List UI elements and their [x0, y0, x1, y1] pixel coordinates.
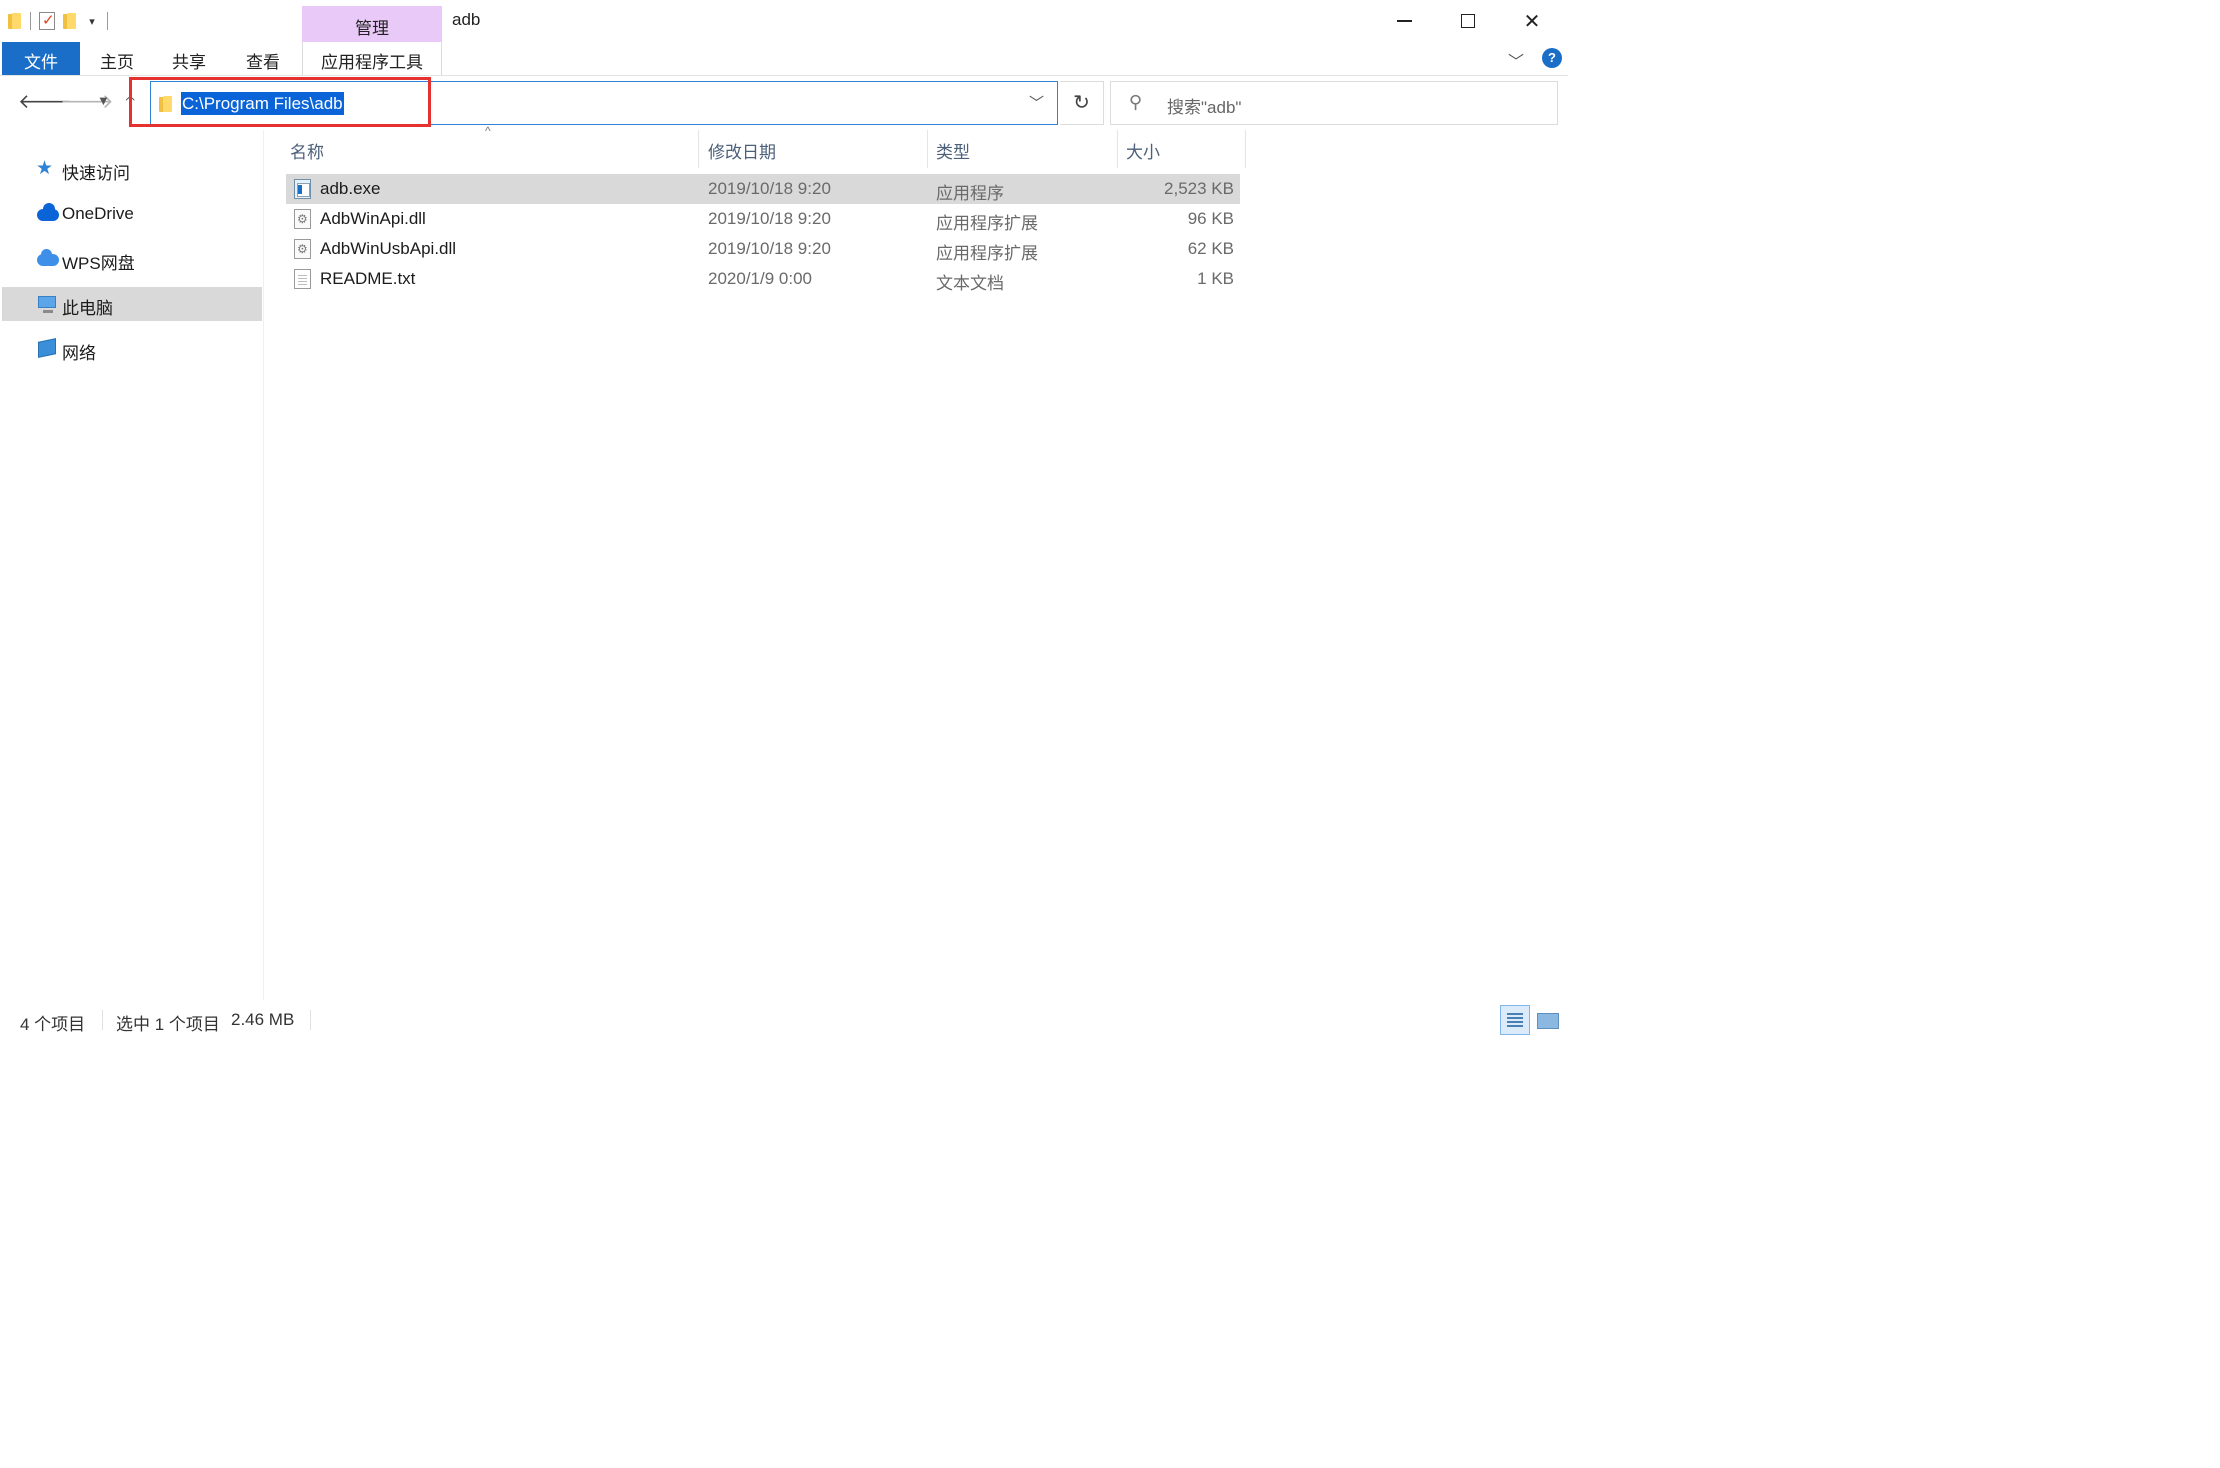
refresh-icon: ↻ — [1073, 92, 1090, 114]
column-divider[interactable] — [1245, 130, 1246, 168]
context-tab-manage[interactable]: 管理 — [302, 6, 442, 42]
file-date: 2019/10/18 9:20 — [708, 209, 831, 228]
help-icon[interactable]: ? — [1542, 48, 1562, 68]
file-row-readme-txt[interactable]: README.txt 2020/1/9 0:00 文本文档 1 KB — [286, 264, 1240, 294]
tab-application-tools[interactable]: 应用程序工具 — [302, 42, 442, 75]
properties-icon[interactable] — [39, 11, 55, 30]
address-bar[interactable]: C:\Program Files\adb ﹀ — [150, 81, 1058, 125]
address-history-chevron-down-icon[interactable]: ﹀ — [1029, 92, 1044, 113]
star-icon: ★ — [36, 158, 54, 179]
navigation-pane: ★ 快速访问 OneDrive WPS网盘 此电脑 网络 — [0, 130, 264, 1000]
sidebar-item-quick-access[interactable]: ★ 快速访问 — [2, 152, 262, 186]
folder-icon — [159, 96, 173, 112]
window-title: adb — [452, 10, 481, 29]
close-icon: ✕ — [1523, 10, 1541, 33]
sidebar-item-label: 此电脑 — [62, 299, 113, 318]
file-row-adb-exe[interactable]: adb.exe 2019/10/18 9:20 应用程序 2,523 KB — [286, 174, 1240, 204]
column-divider[interactable] — [698, 130, 699, 168]
selection-size: 2.46 MB — [231, 1010, 295, 1029]
dll-icon — [294, 239, 311, 259]
large-icons-view-button[interactable] — [1534, 1005, 1564, 1035]
minimize-icon — [1396, 20, 1412, 22]
computer-icon — [36, 294, 58, 314]
file-type: 文本文档 — [936, 274, 1004, 293]
file-name: AdbWinApi.dll — [320, 209, 426, 228]
expand-ribbon-chevron-down-icon[interactable]: ﹀ — [1508, 48, 1524, 72]
customize-toolbar-dropdown-icon[interactable]: ▾ — [85, 15, 99, 28]
column-header-type[interactable]: 类型 — [936, 130, 1116, 168]
file-size: 1 KB — [1197, 269, 1234, 288]
close-button[interactable]: ✕ — [1500, 0, 1564, 42]
tab-file[interactable]: 文件 — [2, 42, 80, 75]
folder-icon — [8, 13, 22, 29]
file-name: adb.exe — [320, 179, 381, 198]
toolbar-divider — [30, 12, 31, 30]
maximize-icon — [1461, 14, 1475, 28]
sidebar-item-this-pc[interactable]: 此电脑 — [2, 287, 262, 321]
column-divider[interactable] — [927, 130, 928, 168]
tab-share[interactable]: 共享 — [168, 42, 210, 75]
new-folder-icon[interactable] — [63, 13, 77, 29]
search-input[interactable]: 搜索"adb" — [1167, 93, 1241, 118]
column-divider[interactable] — [1117, 130, 1118, 168]
sidebar-item-label: WPS网盘 — [62, 254, 135, 273]
exe-icon — [294, 179, 311, 199]
file-name: AdbWinUsbApi.dll — [320, 239, 457, 258]
ribbon-tabs: 文件 主页 共享 查看 应用程序工具 ﹀ ? — [0, 42, 1568, 76]
file-date: 2019/10/18 9:20 — [708, 239, 831, 258]
sidebar-item-label: 网络 — [62, 344, 96, 363]
search-box[interactable]: ⚲ 搜索"adb" — [1110, 81, 1558, 125]
txt-icon — [294, 269, 311, 289]
file-type: 应用程序扩展 — [936, 214, 1038, 233]
file-row-adbwinapi-dll[interactable]: AdbWinApi.dll 2019/10/18 9:20 应用程序扩展 96 … — [286, 204, 1240, 234]
maximize-button[interactable] — [1436, 0, 1500, 42]
column-header-name[interactable]: 名称 — [290, 130, 700, 168]
details-view-button[interactable] — [1500, 1005, 1530, 1035]
title-bar: ▾ 管理 adb ✕ — [0, 0, 1568, 42]
search-icon: ⚲ — [1129, 92, 1143, 112]
wps-cloud-icon — [36, 249, 59, 269]
recent-locations-chevron-down-icon[interactable]: ▼ — [97, 93, 110, 108]
file-size: 96 KB — [1187, 209, 1234, 228]
sidebar-item-label: OneDrive — [62, 204, 134, 223]
up-arrow-icon[interactable]: 🡑 — [125, 89, 135, 123]
onedrive-cloud-icon — [36, 203, 59, 224]
file-date: 2020/1/9 0:00 — [708, 269, 812, 288]
navigation-bar: 🡐 🡒 ▼ 🡑 C:\Program Files\adb ﹀ ↻ ⚲ 搜索"ad… — [0, 77, 1568, 129]
tab-home[interactable]: 主页 — [96, 42, 138, 75]
sidebar-item-onedrive[interactable]: OneDrive — [2, 197, 262, 231]
column-header-date[interactable]: 修改日期 — [708, 130, 926, 168]
column-header-size[interactable]: 大小 — [1126, 130, 1244, 168]
file-size: 62 KB — [1187, 239, 1234, 258]
status-divider — [102, 1010, 103, 1030]
status-divider — [310, 1010, 311, 1030]
sidebar-item-wps[interactable]: WPS网盘 — [2, 242, 262, 276]
refresh-button[interactable]: ↻ — [1060, 81, 1104, 125]
file-name: README.txt — [320, 269, 416, 288]
file-size: 2,523 KB — [1164, 179, 1234, 198]
sidebar-item-network[interactable]: 网络 — [2, 332, 262, 366]
file-type: 应用程序扩展 — [936, 244, 1038, 263]
item-count: 4 个项目 — [20, 1015, 86, 1034]
file-date: 2019/10/18 9:20 — [708, 179, 831, 198]
quick-access-toolbar: ▾ — [8, 8, 108, 34]
file-row-adbwinusbapi-dll[interactable]: AdbWinUsbApi.dll 2019/10/18 9:20 应用程序扩展 … — [286, 234, 1240, 264]
file-list: ^ 名称 修改日期 类型 大小 adb.exe 2019/10/18 9:20 … — [264, 124, 1568, 1000]
dll-icon — [294, 209, 311, 229]
network-icon — [36, 338, 58, 359]
minimize-button[interactable] — [1372, 0, 1436, 42]
status-bar: 4 个项目 选中 1 个项目 2.46 MB — [0, 1000, 1568, 1040]
toolbar-divider — [107, 12, 108, 30]
address-path-input[interactable]: C:\Program Files\adb — [181, 92, 344, 115]
file-type: 应用程序 — [936, 184, 1004, 203]
sidebar-item-label: 快速访问 — [62, 164, 130, 183]
selection-count: 选中 1 个项目 — [116, 1015, 220, 1034]
tab-view[interactable]: 查看 — [242, 42, 284, 75]
